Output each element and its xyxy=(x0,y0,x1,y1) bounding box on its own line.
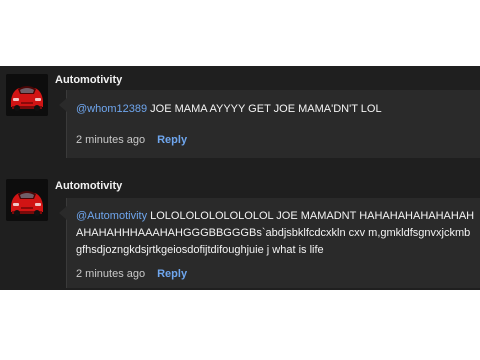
reply-button[interactable]: Reply xyxy=(157,268,187,280)
comment-meta: 2 minutes ago Reply xyxy=(76,134,187,146)
comment-author[interactable]: Automotivity xyxy=(55,74,122,86)
avatar[interactable] xyxy=(6,74,48,116)
comment-timestamp: 2 minutes ago xyxy=(76,268,146,280)
comment-body: @Automotivity LOLOLOLOLOLOLOLOL JOE MAMA… xyxy=(76,208,476,259)
comment-meta: 2 minutes ago Reply xyxy=(76,268,187,280)
avatar[interactable] xyxy=(6,179,48,221)
red-car-icon xyxy=(6,179,48,221)
mention-link[interactable]: @whom12389 xyxy=(76,103,147,115)
comment-author[interactable]: Automotivity xyxy=(55,180,122,192)
bubble-arrow xyxy=(59,98,67,112)
reply-button[interactable]: Reply xyxy=(157,134,187,146)
comment: Automotivity @whom12389 JOE MAMA AYYYY G… xyxy=(0,66,480,166)
comment-bubble: @whom12389 JOE MAMA AYYYY GET JOE MAMA'D… xyxy=(59,90,480,158)
comment: Automotivity @Automotivity LOLOLOLOLOLOL… xyxy=(0,172,480,290)
comment-timestamp: 2 minutes ago xyxy=(76,134,146,146)
mention-link[interactable]: @Automotivity xyxy=(76,210,147,222)
comment-bubble: @Automotivity LOLOLOLOLOLOLOLOL JOE MAMA… xyxy=(59,198,480,288)
red-car-icon xyxy=(6,74,48,116)
comment-text: JOE MAMA AYYYY GET JOE MAMA'DN'T LOL xyxy=(147,103,382,115)
comment-body: @whom12389 JOE MAMA AYYYY GET JOE MAMA'D… xyxy=(76,101,476,118)
bubble-arrow xyxy=(59,206,67,220)
